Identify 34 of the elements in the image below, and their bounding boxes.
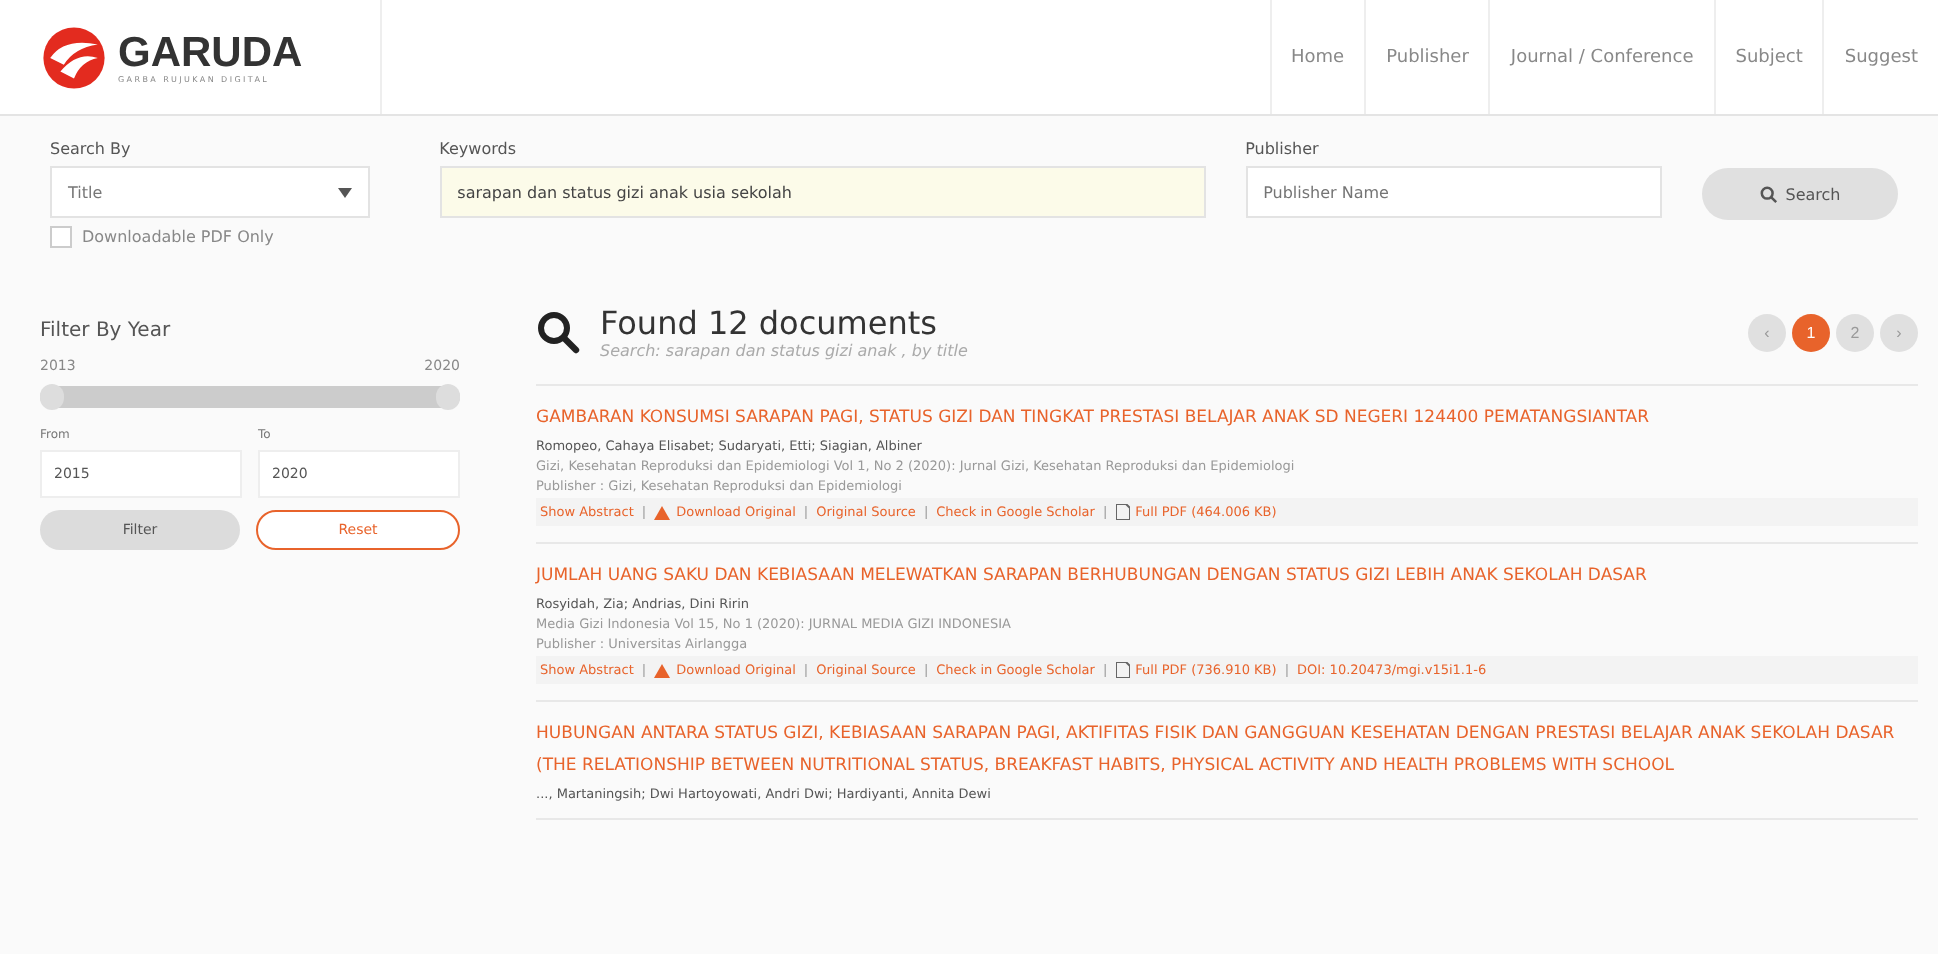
- search-icon: [1759, 185, 1778, 203]
- nav-link[interactable]: Subject: [1713, 0, 1823, 114]
- result-title[interactable]: GAMBARAN KONSUMSI SARAPAN PAGI, STATUS GIZI DAN TINGKAT PRESTASI BELAJAR ANAK SD NEGERI 124400 PEMATANGSIANTAR: [536, 402, 1918, 434]
- result-title[interactable]: JUMLAH UANG SAKU DAN KEBIASAAN MELEWATKAN SARAPAN BERHUBUNGAN DENGAN STATUS GIZI LEBIH ANAK SEKOLAH DASAR: [536, 560, 1918, 592]
- warning-icon: [654, 505, 671, 519]
- logo-text: GARUDA: [118, 31, 303, 73]
- nav-link[interactable]: Suggest: [1822, 0, 1938, 114]
- page-button[interactable]: ›: [1880, 313, 1918, 351]
- field-label: Keywords: [439, 140, 518, 158]
- checkbox-label: Downloadable PDF Only: [82, 228, 274, 246]
- page-button[interactable]: 2: [1836, 313, 1874, 351]
- garuda-logo-icon: [40, 23, 108, 91]
- search-by-dropdown[interactable]: Title: [50, 166, 370, 218]
- results-subheading: Search: sarapan dan status gizi anak , by title: [600, 342, 970, 360]
- publisher-field[interactable]: Publisher Name: [1245, 166, 1662, 218]
- file-icon: [1115, 662, 1130, 678]
- caret-icon: [338, 187, 352, 197]
- page-button[interactable]: ‹: [1748, 313, 1786, 351]
- field-label: Publisher: [1245, 140, 1321, 158]
- file-icon: [1115, 504, 1130, 520]
- search-button[interactable]: Search: [1702, 168, 1898, 220]
- keywords-field[interactable]: sarapan dan status gizi anak usia sekolah: [439, 166, 1206, 218]
- nav-link[interactable]: Publisher: [1364, 0, 1489, 114]
- nav-link[interactable]: Home: [1269, 0, 1365, 114]
- results-heading: Found 12 documents: [600, 304, 939, 342]
- search-icon: [536, 310, 580, 354]
- result-title[interactable]: HUBUNGAN ANTARA STATUS GIZI, KEBIASAAN SARAPAN PAGI, AKTIFITAS FISIK DAN GANGGUAN KESEHATAN DENGAN PRESTASI BELAJAR ANAK SEKOLAH DASAR (THE RELATIONSHIP BETWEEN NUTRITIONAL STATUS, BREAKFAST HABITS, PHYSICAL ACTIVITY AND HEALTH PROBLEMS WITH SCHOOL: [536, 718, 1918, 782]
- nav-link[interactable]: Journal / Conference: [1488, 0, 1714, 114]
- warning-icon: [654, 663, 671, 677]
- filter-title: Filter By Year: [40, 320, 173, 342]
- field-label: Search By: [50, 140, 133, 158]
- year-slider[interactable]: [40, 386, 460, 408]
- checkbox[interactable]: [50, 226, 72, 248]
- page-button[interactable]: 1: [1792, 313, 1830, 351]
